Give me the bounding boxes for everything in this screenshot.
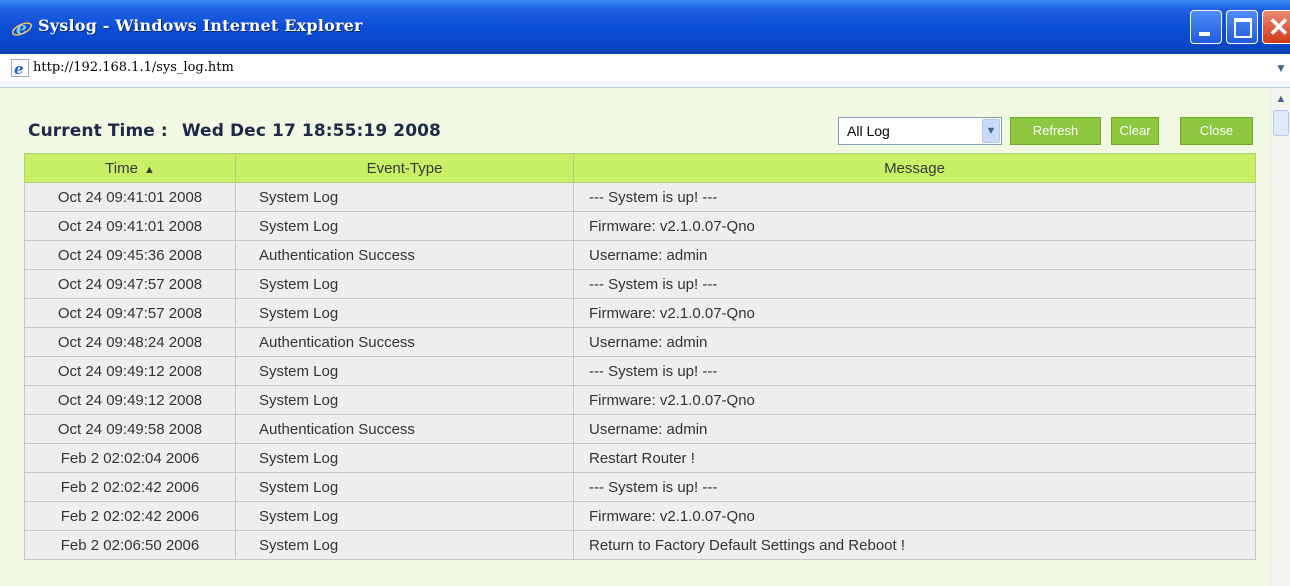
cell-message: Username: admin <box>573 327 1256 357</box>
close-icon: ✕ <box>1268 12 1290 42</box>
table-row: Oct 24 09:49:12 2008 System Log --- System… <box>24 356 1256 386</box>
table-row: Feb 2 02:02:42 2006 System Log --- System … <box>24 472 1256 502</box>
cell-event-type: System Log <box>235 530 574 560</box>
table-row: Oct 24 09:49:12 2008 System Log Firmware: … <box>24 385 1256 415</box>
address-bar[interactable]: e http://192.168.1.1/sys_log.htm ▼ <box>0 56 1290 82</box>
cell-message: --- System is up! --- <box>573 269 1256 299</box>
cell-time: Oct 24 09:47:57 2008 <box>24 298 236 328</box>
minimize-button[interactable] <box>1190 10 1222 44</box>
table-row: Oct 24 09:47:57 2008 System Log --- System… <box>24 269 1256 299</box>
cell-message: Username: admin <box>573 414 1256 444</box>
clear-button[interactable]: Clear <box>1111 117 1159 145</box>
sort-ascending-icon: ▲ <box>143 163 155 176</box>
cell-message: Firmware: v2.1.0.07-Qno <box>573 211 1256 241</box>
address-dropdown-icon[interactable]: ▼ <box>1272 58 1290 78</box>
window-title: Syslog - Windows Internet Explorer <box>38 16 363 35</box>
cell-event-type: System Log <box>235 443 574 473</box>
table-row: Feb 2 02:02:42 2006 System Log Firmware: v… <box>24 501 1256 531</box>
window-title-bar[interactable]: e Syslog - Windows Internet Explorer ✕ <box>0 0 1290 54</box>
cell-event-type: System Log <box>235 269 574 299</box>
column-header-time[interactable]: Time ▲ <box>24 153 236 183</box>
cell-event-type: System Log <box>235 472 574 502</box>
cell-event-type: System Log <box>235 356 574 386</box>
close-window-button[interactable]: ✕ <box>1262 10 1290 44</box>
cell-time: Oct 24 09:41:01 2008 <box>24 211 236 241</box>
cell-time: Oct 24 09:41:01 2008 <box>24 182 236 212</box>
scroll-up-icon[interactable]: ▲ <box>1273 90 1289 108</box>
table-row: Oct 24 09:47:57 2008 System Log Firmware: … <box>24 298 1256 328</box>
refresh-button[interactable]: Refresh <box>1010 117 1101 145</box>
address-url[interactable]: http://192.168.1.1/sys_log.htm <box>33 60 234 75</box>
column-header-message[interactable]: Message <box>573 153 1256 183</box>
cell-time: Oct 24 09:49:58 2008 <box>24 414 236 444</box>
cell-time: Oct 24 09:45:36 2008 <box>24 240 236 270</box>
toolbar-separator <box>0 81 1290 88</box>
cell-message: Firmware: v2.1.0.07-Qno <box>573 385 1256 415</box>
cell-message: Username: admin <box>573 240 1256 270</box>
column-header-event-type[interactable]: Event-Type <box>235 153 574 183</box>
table-header-row: Time ▲ Event-Type Message <box>24 153 1256 183</box>
current-time-label: Current Time : <box>28 121 168 141</box>
log-filter-value: All Log <box>847 123 890 139</box>
cell-time: Feb 2 02:02:42 2006 <box>24 472 236 502</box>
cell-time: Feb 2 02:02:04 2006 <box>24 443 236 473</box>
cell-event-type: System Log <box>235 298 574 328</box>
cell-time: Oct 24 09:48:24 2008 <box>24 327 236 357</box>
column-header-time-label: Time <box>105 159 138 177</box>
cell-event-type: Authentication Success <box>235 414 574 444</box>
cell-time: Oct 24 09:49:12 2008 <box>24 385 236 415</box>
svg-text:e: e <box>14 60 24 77</box>
maximize-button[interactable] <box>1226 10 1258 44</box>
table-row: Feb 2 02:02:04 2006 System Log Restart Rou… <box>24 443 1256 473</box>
cell-event-type: System Log <box>235 211 574 241</box>
table-row: Oct 24 09:48:24 2008 Authentication Succe… <box>24 327 1256 357</box>
current-time: Current Time : Wed Dec 17 18:55:19 2008 <box>28 121 441 141</box>
cell-message: Return to Factory Default Settings and R… <box>573 530 1256 560</box>
page-icon: e <box>11 59 29 77</box>
table-row: Oct 24 09:45:36 2008 Authentication Succe… <box>24 240 1256 270</box>
svg-text:e: e <box>16 19 27 38</box>
cell-message: --- System is up! --- <box>573 356 1256 386</box>
close-button[interactable]: Close <box>1180 117 1253 145</box>
cell-message: --- System is up! --- <box>573 182 1256 212</box>
cell-event-type: System Log <box>235 501 574 531</box>
internet-explorer-icon: e <box>11 19 33 38</box>
cell-time: Feb 2 02:02:42 2006 <box>24 501 236 531</box>
cell-message: Firmware: v2.1.0.07-Qno <box>573 298 1256 328</box>
table-row: Feb 2 02:06:50 2006 System Log Return to F… <box>24 530 1256 560</box>
table-row: Oct 24 09:41:01 2008 System Log --- System… <box>24 182 1256 212</box>
cell-time: Oct 24 09:49:12 2008 <box>24 356 236 386</box>
cell-event-type: Authentication Success <box>235 240 574 270</box>
current-time-value: Wed Dec 17 18:55:19 2008 <box>181 121 441 141</box>
cell-time: Oct 24 09:47:57 2008 <box>24 269 236 299</box>
scrollbar-thumb[interactable] <box>1273 110 1289 136</box>
cell-message: Firmware: v2.1.0.07-Qno <box>573 501 1256 531</box>
vertical-scrollbar[interactable]: ▲ <box>1270 88 1290 586</box>
cell-time: Feb 2 02:06:50 2006 <box>24 530 236 560</box>
syslog-table: Time ▲ Event-Type Message Oct 24 09:41:01… <box>24 153 1256 560</box>
log-filter-select[interactable]: All Log ▼ <box>838 117 1002 145</box>
cell-message: --- System is up! --- <box>573 472 1256 502</box>
cell-event-type: Authentication Success <box>235 327 574 357</box>
table-row: Oct 24 09:41:01 2008 System Log Firmware: … <box>24 211 1256 241</box>
cell-event-type: System Log <box>235 182 574 212</box>
table-body: Oct 24 09:41:01 2008 System Log --- System… <box>24 182 1256 560</box>
chevron-down-icon[interactable]: ▼ <box>982 119 1000 143</box>
cell-event-type: System Log <box>235 385 574 415</box>
cell-message: Restart Router ! <box>573 443 1256 473</box>
table-row: Oct 24 09:49:58 2008 Authentication Succe… <box>24 414 1256 444</box>
